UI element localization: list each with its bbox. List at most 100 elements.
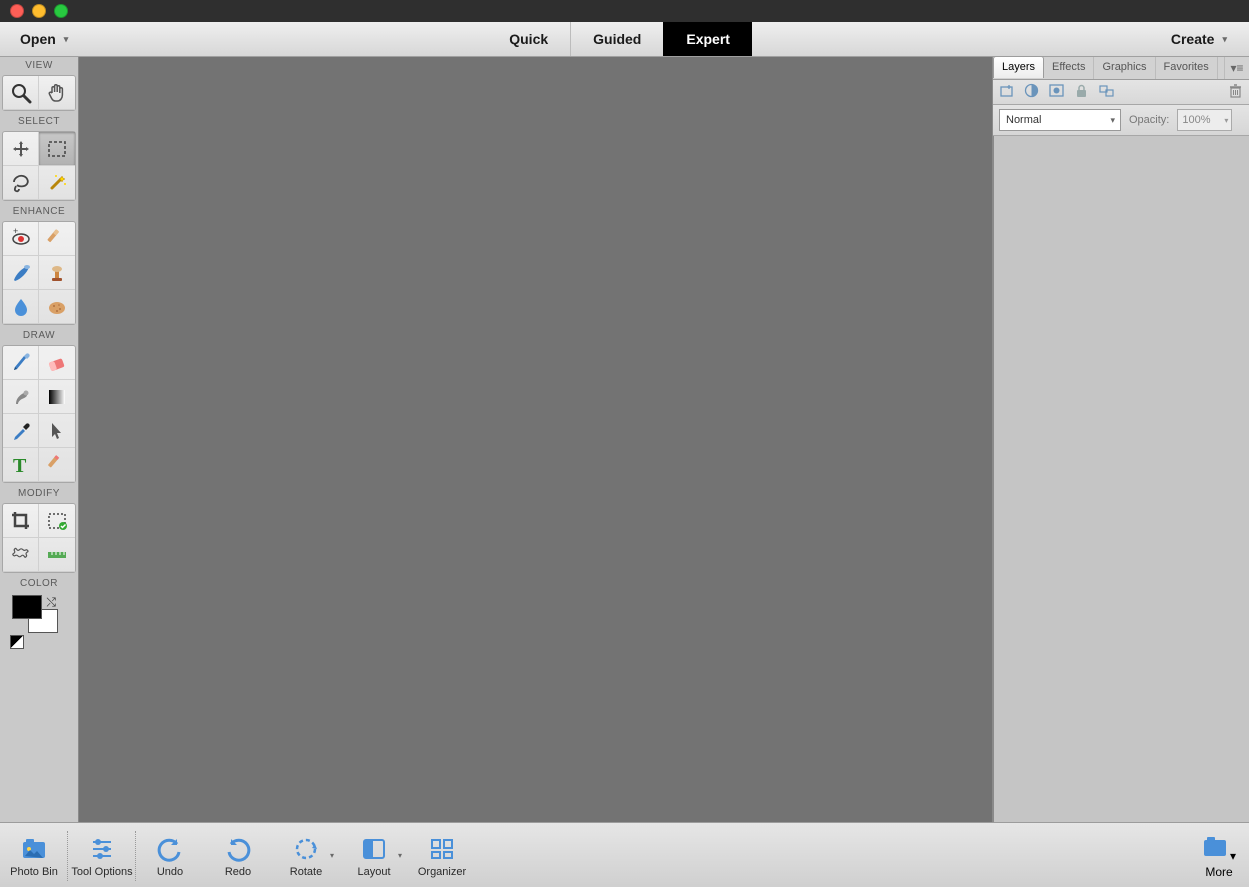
close-window-button[interactable] [10,4,24,18]
crop-tool[interactable] [3,504,39,538]
panel-tab-graphics[interactable]: Graphics [1094,57,1155,79]
delete-layer-button[interactable] [1228,83,1243,101]
redo-label: Redo [225,866,251,878]
stamp-tool[interactable] [39,256,75,290]
move-tool[interactable] [3,132,39,166]
create-label: Create [1171,31,1215,47]
layer-action-row [993,80,1249,105]
panel-menu-button[interactable]: ▾≡ [1224,57,1249,79]
eyedropper-tool[interactable] [3,414,39,448]
cookie-tool[interactable] [3,538,39,572]
recompose-tool[interactable] [39,504,75,538]
link-icon [1099,83,1114,98]
brush-heal-tool[interactable] [3,256,39,290]
tool-group-header: SELECT [0,113,78,131]
window-titlebar [0,0,1249,22]
mask-button[interactable] [1049,83,1064,101]
gradient-tool[interactable] [39,380,75,414]
menu-icon: ▾≡ [1230,61,1243,75]
default-colors-icon[interactable] [10,635,24,649]
opacity-field[interactable]: 100% ▾ [1177,109,1232,131]
straighten-tool[interactable] [39,538,75,572]
rotate-button[interactable]: Rotate▾ [272,823,340,887]
hand-tool[interactable] [39,76,75,110]
layout-button[interactable]: Layout▾ [340,823,408,887]
left-toolbar: VIEWSELECTENHANCEDRAWMODIFYCOLOR⤭ [0,57,79,822]
chevron-down-icon: ▾ [330,851,334,860]
tooloptions-label: Tool Options [71,866,132,878]
sponge-icon [46,296,68,318]
cookie-icon [10,544,32,566]
pointer-tool[interactable] [39,414,75,448]
rotate-icon [293,836,319,862]
smudge-icon [10,386,32,408]
tooloptions-icon [89,836,115,862]
color-swatch[interactable]: ⤭ [10,595,68,649]
right-panel: LayersEffectsGraphicsFavorites ▾≡ Normal … [992,57,1249,822]
canvas-area[interactable] [79,57,992,822]
brush-icon [10,352,32,374]
panel-tab-favorites[interactable]: Favorites [1156,57,1218,79]
organizer-button[interactable]: Organizer [408,823,476,887]
redeye-tool[interactable] [3,222,39,256]
organizer-icon [429,836,455,862]
type-tool[interactable] [3,448,39,482]
open-menu[interactable]: Open ▾ [12,31,76,47]
zoom-window-button[interactable] [54,4,68,18]
whiten-tool[interactable] [39,222,75,256]
top-bar: Open ▾ QuickGuidedExpert Create ▾ [0,22,1249,57]
adjustment-button[interactable] [1024,83,1039,101]
traffic-lights [10,4,68,18]
brush-heal-icon [10,262,32,284]
smudge-tool[interactable] [3,380,39,414]
layer-controls-row: Normal ▾ Opacity: 100% ▾ [993,105,1249,136]
layers-list[interactable] [993,136,1249,822]
brush-tool[interactable] [3,346,39,380]
mode-tab-guided[interactable]: Guided [570,22,663,56]
marquee-tool[interactable] [39,132,75,166]
blend-mode-value: Normal [1006,114,1041,126]
minimize-window-button[interactable] [32,4,46,18]
straighten-icon [46,544,68,566]
chevron-down-icon: ▾ [1224,116,1228,125]
panel-tab-effects[interactable]: Effects [1044,57,1094,79]
tool-group [2,75,76,111]
mask-icon [1049,83,1064,98]
blur-tool[interactable] [3,290,39,324]
tool-group [2,503,76,573]
more-button[interactable]: ▾More [1189,834,1249,879]
undo-button[interactable]: Undo [136,823,204,887]
lasso-tool[interactable] [3,166,39,200]
organizer-label: Organizer [418,866,466,878]
eraser-tool[interactable] [39,346,75,380]
eyedropper-icon [10,420,32,442]
lock-button[interactable] [1074,83,1089,101]
photobin-button[interactable]: Photo Bin [0,823,68,887]
tooloptions-button[interactable]: Tool Options [68,823,136,887]
panel-tab-layers[interactable]: Layers [993,56,1044,78]
sponge-tool[interactable] [39,290,75,324]
tool-group-header: VIEW [0,57,78,75]
move-icon [10,138,32,160]
recompose-icon [46,510,68,532]
zoom-tool[interactable] [3,76,39,110]
create-menu[interactable]: Create ▾ [1163,31,1235,47]
photobin-label: Photo Bin [10,866,58,878]
mode-tab-quick[interactable]: Quick [487,22,570,56]
more-label: More [1205,865,1232,879]
swap-colors-icon[interactable]: ⤭ [46,595,56,610]
blend-mode-select[interactable]: Normal ▾ [999,109,1121,131]
photobin-icon [21,836,47,862]
link-button[interactable] [1099,83,1114,101]
redo-button[interactable]: Redo [204,823,272,887]
tool-group-header: ENHANCE [0,203,78,221]
foreground-color[interactable] [12,595,42,619]
chevron-down-icon: ▾ [1110,115,1115,126]
whiten-icon [46,228,68,250]
crop-icon [10,510,32,532]
pencil-tool[interactable] [39,448,75,482]
magic-wand-tool[interactable] [39,166,75,200]
mode-tab-expert[interactable]: Expert [663,22,752,56]
gradient-icon [46,386,68,408]
new-layer-button[interactable] [999,83,1014,101]
